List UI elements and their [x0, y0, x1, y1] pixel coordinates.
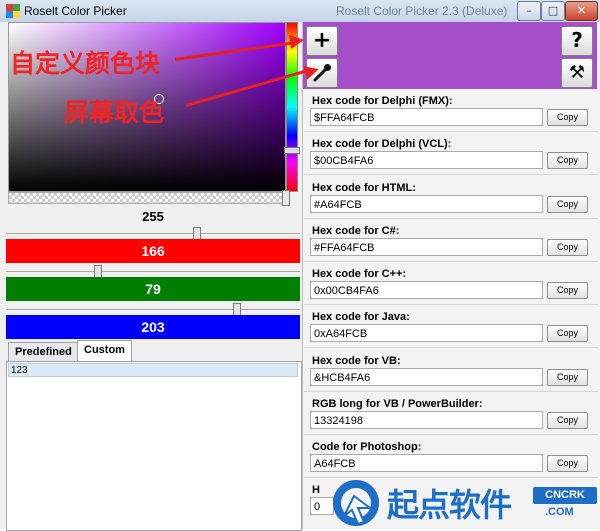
red-slider-track[interactable] — [6, 271, 300, 272]
blue-value-bar: 203 — [6, 315, 300, 339]
annotation-custom-color-block: 自定义颜色块 — [10, 49, 161, 78]
code-section-html: Hex code for HTML: #A64FCB Copy — [304, 178, 598, 219]
code-field[interactable]: 0x00CB4FA6 — [310, 281, 543, 299]
copy-button[interactable]: Copy — [547, 369, 588, 386]
tab-custom[interactable]: Custom — [77, 340, 132, 363]
green-value-bar: 79 — [6, 277, 300, 301]
title-bar: Roselt Color Picker Roselt Color Picker … — [0, 0, 600, 23]
code-section-vb: Hex code for VB: &HCB4FA6 Copy — [304, 351, 598, 392]
red-value-bar: 166 — [6, 239, 300, 263]
code-label: Hex code for VB: — [312, 355, 401, 367]
divider — [304, 218, 598, 219]
code-field[interactable]: #FFA64FCB — [310, 238, 543, 256]
code-label: Hex code for Delphi (FMX): — [312, 95, 453, 107]
code-section-delphi-vcl: Hex code for Delphi (VCL): $00CB4FA6 Cop… — [304, 134, 598, 175]
help-icon: ? — [571, 28, 583, 52]
window-title: Roselt Color Picker — [24, 4, 127, 18]
code-label: Hex code for C#: — [312, 225, 400, 237]
annotation-arrow-head — [289, 33, 305, 49]
add-custom-color-button[interactable]: + — [306, 26, 338, 56]
hue-slider-handle[interactable] — [284, 147, 300, 154]
watermark-logo — [333, 480, 379, 526]
code-label: Hex code for HTML: — [312, 182, 416, 194]
copy-button[interactable]: Copy — [547, 109, 588, 126]
app-icon — [6, 4, 20, 18]
color-preview-swatch — [303, 22, 597, 89]
divider — [304, 131, 598, 132]
copy-button[interactable]: Copy — [547, 152, 588, 169]
alpha-value: 255 — [142, 209, 164, 224]
copy-button[interactable]: Copy — [547, 325, 588, 342]
list-item[interactable]: 123 — [8, 363, 298, 377]
code-field[interactable]: $00CB4FA6 — [310, 151, 543, 169]
code-section-rgb-long: RGB long for VB / PowerBuilder: 13324198… — [304, 394, 598, 435]
watermark-domain: .COM — [545, 506, 574, 518]
copy-button[interactable]: Copy — [547, 196, 588, 213]
divider — [304, 434, 598, 435]
divider — [304, 304, 598, 305]
code-label: Hex code for C++: — [312, 268, 407, 280]
background-window-title: Roselt Color Picker 2.3 (Deluxe) — [336, 4, 508, 18]
code-label: H — [312, 484, 320, 496]
maximize-button[interactable]: □ — [541, 1, 565, 21]
divider — [304, 174, 598, 175]
annotation-screen-pick: 屏幕取色 — [64, 98, 165, 127]
code-label: Hex code for Java: — [312, 311, 410, 323]
help-button[interactable]: ? — [561, 26, 593, 56]
green-slider-track[interactable] — [6, 309, 300, 310]
code-section-delphi-fmx: Hex code for Delphi (FMX): $FFA64FCB Cop… — [304, 91, 598, 132]
code-label: Hex code for Delphi (VCL): — [312, 138, 452, 150]
custom-colors-list — [6, 361, 302, 531]
code-field[interactable]: A64FCB — [310, 454, 543, 472]
divider — [304, 347, 598, 348]
alpha-strip[interactable] — [8, 192, 286, 204]
watermark-brand: 起点软件 — [387, 486, 512, 524]
code-section-csharp: Hex code for C#: #FFA64FCB Copy — [304, 221, 598, 262]
tools-icon: ⚒ — [568, 62, 586, 83]
code-field[interactable]: 0xA64FCB — [310, 324, 543, 342]
settings-button[interactable]: ⚒ — [561, 58, 593, 88]
code-label: RGB long for VB / PowerBuilder: — [312, 398, 483, 410]
minimize-button[interactable]: – — [517, 1, 541, 21]
divider — [304, 261, 598, 262]
alpha-strip-handle[interactable] — [282, 190, 290, 206]
close-button[interactable]: ✕ — [565, 1, 598, 21]
copy-button[interactable]: Copy — [547, 239, 588, 256]
code-field[interactable]: 13324198 — [310, 411, 543, 429]
plus-icon: + — [312, 28, 332, 53]
watermark-badge: CNCRK — [533, 487, 597, 504]
code-field[interactable]: #A64FCB — [310, 195, 543, 213]
divider — [304, 391, 598, 392]
code-label: Code for Photoshop: — [312, 441, 422, 453]
copy-button[interactable]: Copy — [547, 282, 588, 299]
code-field[interactable]: $FFA64FCB — [310, 108, 543, 126]
code-section-java: Hex code for Java: 0xA64FCB Copy — [304, 307, 598, 348]
copy-button[interactable]: Copy — [547, 412, 588, 429]
code-section-cpp: Hex code for C++: 0x00CB4FA6 Copy — [304, 264, 598, 305]
copy-button[interactable]: Copy — [547, 455, 588, 472]
tab-predefined[interactable]: Predefined — [8, 342, 79, 362]
code-section-photoshop: Code for Photoshop: A64FCB Copy — [304, 437, 598, 478]
code-field[interactable]: &HCB4FA6 — [310, 368, 543, 386]
alpha-slider-track[interactable] — [6, 233, 300, 234]
